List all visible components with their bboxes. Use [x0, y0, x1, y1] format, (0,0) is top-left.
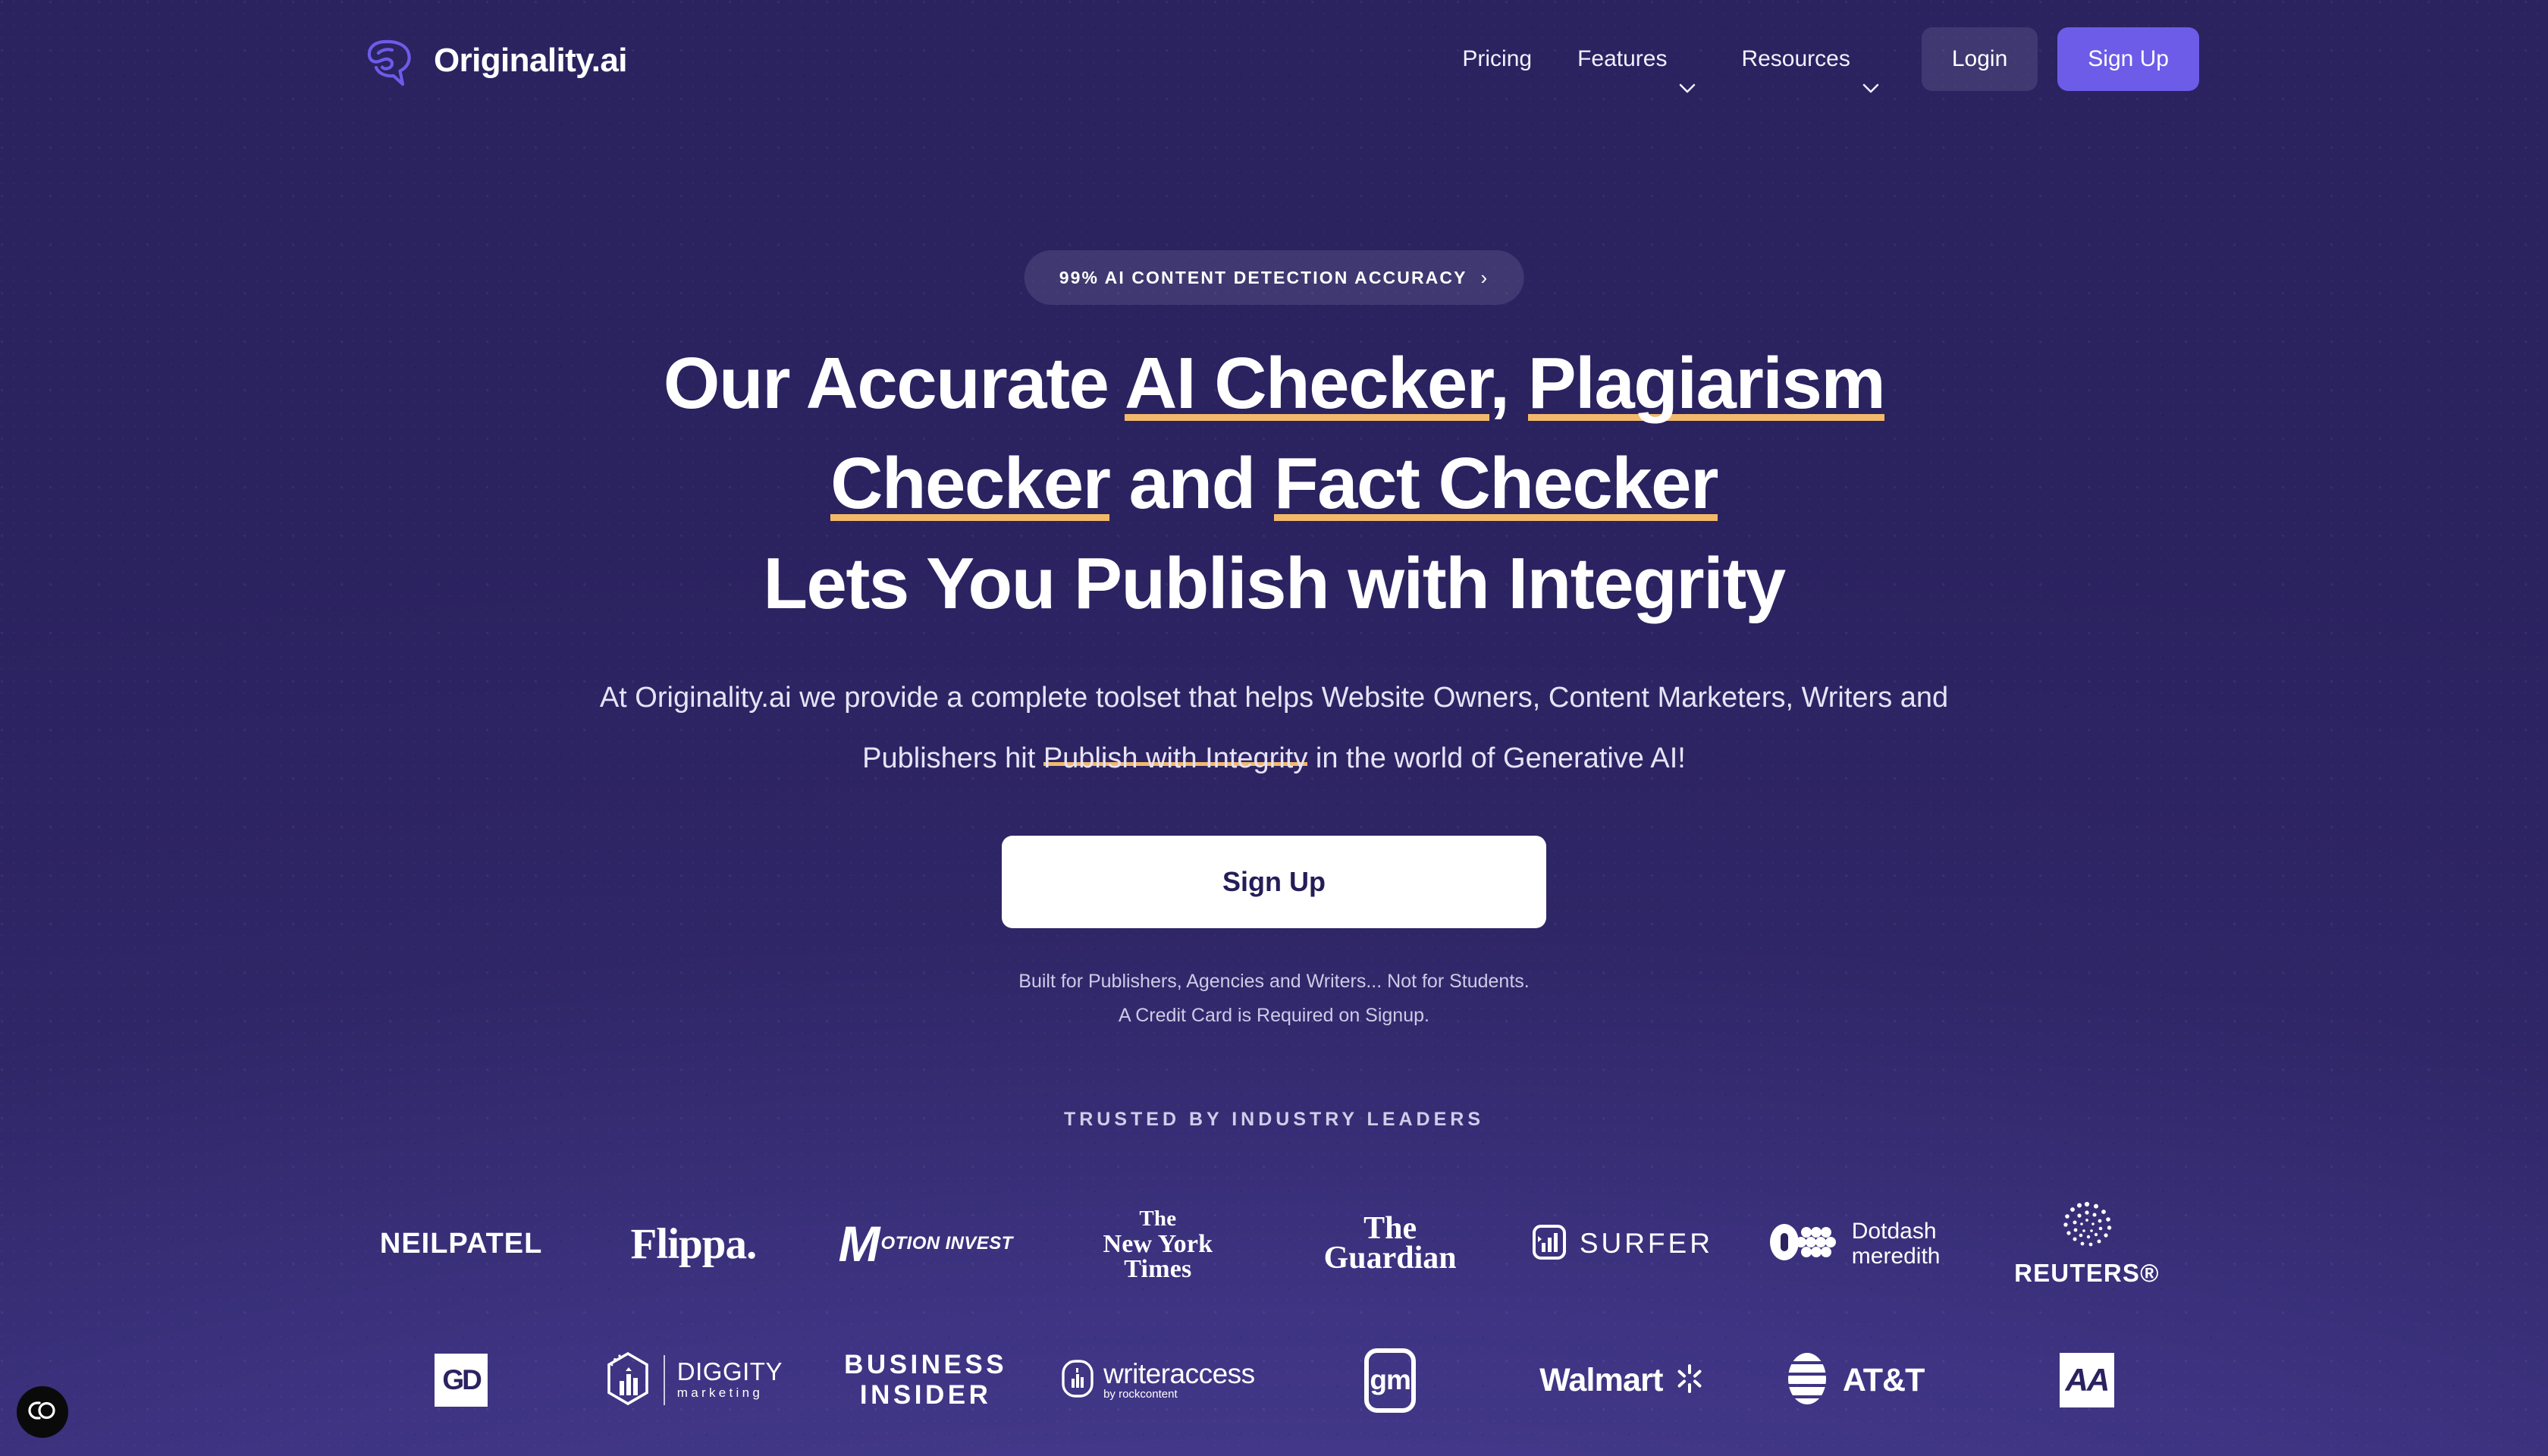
logo-writeraccess: writeraccess by rockcontent — [1061, 1331, 1255, 1429]
nav-item-features[interactable]: Features — [1555, 27, 1718, 93]
logo-american-airlines-text: AA — [2065, 1362, 2110, 1398]
logo-surfer-text: SURFER — [1579, 1228, 1713, 1259]
login-button[interactable]: Login — [1921, 27, 2038, 91]
logo-nyt-line-1: The — [1139, 1206, 1177, 1231]
chevron-down-icon — [1679, 55, 1696, 93]
logo-reuters: REUTERS® — [2014, 1194, 2160, 1293]
logo-dotdash-line-1: Dotdash — [1851, 1219, 1937, 1244]
signup-button-nav[interactable]: Sign Up — [2057, 27, 2199, 91]
logo-motion-invest-text: OTION INVEST — [880, 1232, 1013, 1254]
main-navigation: Pricing Features Resources Login Sign Up — [1439, 27, 2199, 93]
hero-subtitle-text: in the world of Generative AI! — [1307, 742, 1686, 774]
headline-underlined-checker: Checker — [830, 443, 1111, 526]
logo-gm: gm — [1364, 1331, 1417, 1429]
logo-neilpatel-text: NEILPATEL — [379, 1227, 543, 1260]
writeraccess-mark-icon — [1061, 1359, 1094, 1402]
client-logos-row-2: GD DIGGITY marketing BUSINESS INSIDER wr… — [345, 1323, 2203, 1437]
dotdash-mark-icon — [1769, 1221, 1842, 1267]
trusted-by-label: TRUSTED BY INDUSTRY LEADERS — [1063, 1109, 1485, 1130]
site-logo-text: Originality.ai — [434, 42, 627, 79]
surfer-bar-chart-icon — [1532, 1224, 1567, 1264]
logo-motion-invest: M OTION INVEST — [839, 1194, 1013, 1293]
att-globe-icon — [1785, 1351, 1829, 1410]
diggity-divider — [663, 1355, 665, 1405]
chevron-right-icon: › — [1480, 266, 1489, 289]
logo-dotdash-line-2: meredith — [1851, 1244, 1941, 1269]
logo-motion-invest-m: M — [838, 1215, 880, 1272]
nav-item-resources-label: Resources — [1741, 46, 1850, 71]
logo-business-insider-line-2: INSIDER — [859, 1380, 992, 1410]
logo-flippa-text: Flippa. — [630, 1219, 758, 1268]
chevron-down-icon — [1862, 55, 1879, 93]
site-header: Originality.ai Pricing Features Resource… — [0, 0, 2548, 129]
nav-item-resources[interactable]: Resources — [1718, 27, 1901, 93]
nav-item-pricing[interactable]: Pricing — [1439, 27, 1555, 91]
reuters-dot-circle-icon — [2060, 1200, 2114, 1257]
logo-nyt-line-3: Times — [1124, 1254, 1192, 1283]
cta-fineprint: Built for Publishers, Agencies and Write… — [0, 965, 2548, 1033]
headline-underlined-fact-checker: Fact Checker — [1273, 443, 1718, 526]
headline-line-2: Checker and Fact Checker — [830, 443, 1718, 526]
logo-diggity-line-2: marketing — [676, 1385, 764, 1400]
login-button-label: Login — [1951, 46, 2008, 71]
logo-guardian-line-1: The — [1363, 1211, 1417, 1246]
hero-subtitle-underlined-link[interactable]: Publish with Integrity — [1043, 742, 1308, 776]
logo-nyt-line-2: New York — [1103, 1229, 1213, 1258]
logo-neilpatel: NEILPATEL — [380, 1194, 542, 1293]
logo-new-york-times: The New York Times — [1103, 1194, 1213, 1293]
walmart-spark-icon — [1674, 1363, 1705, 1398]
accessibility-toggle-icon — [27, 1401, 58, 1424]
headline-line-1: Our Accurate AI Checker, Plagiarism — [663, 343, 1886, 425]
accuracy-badge[interactable]: 99% AI CONTENT DETECTION ACCURACY › — [1024, 250, 1524, 305]
headline-underlined-ai-checker: AI Checker — [1125, 343, 1491, 425]
page-title: Our Accurate AI Checker, Plagiarism Chec… — [0, 334, 2548, 634]
logo-gm-text: gm — [1370, 1363, 1410, 1395]
accessibility-widget-button[interactable] — [17, 1386, 68, 1438]
logo-gd-text: GD — [442, 1364, 482, 1395]
logo-att: AT&T — [1785, 1331, 1925, 1429]
hero-subtitle: At Originality.ai we provide a complete … — [580, 667, 1968, 789]
logo-att-text: AT&T — [1842, 1361, 1925, 1398]
nav-item-features-label: Features — [1577, 46, 1668, 71]
headline-text: Our Accurate — [663, 343, 1125, 424]
headline-text: , — [1489, 343, 1528, 424]
logo-writeraccess-line-1: writeraccess — [1103, 1357, 1255, 1389]
logo-guardian-line-2: Guardian — [1323, 1241, 1457, 1276]
signup-cta-label: Sign Up — [1222, 866, 1326, 897]
nav-item-pricing-label: Pricing — [1462, 46, 1533, 71]
headline-underlined-plagiarism: Plagiarism — [1527, 343, 1886, 425]
logo-diggity-line-1: DIGGITY — [676, 1357, 783, 1385]
site-logo[interactable]: Originality.ai — [362, 34, 627, 87]
brain-speech-bubble-icon — [362, 34, 419, 87]
logo-business-insider-line-1: BUSINESS — [844, 1350, 1008, 1379]
fineprint-line-2: A Credit Card is Required on Signup. — [1119, 1005, 1429, 1026]
signup-button-nav-label: Sign Up — [2088, 46, 2169, 71]
logo-gd: GD — [435, 1331, 488, 1429]
logo-walmart: Walmart — [1539, 1331, 1705, 1429]
client-logos-row-1: NEILPATEL Flippa. M OTION INVEST The New… — [345, 1194, 2203, 1293]
signup-cta-button[interactable]: Sign Up — [1002, 836, 1546, 928]
logo-dotdash-meredith: Dotdash meredith — [1769, 1194, 1941, 1293]
logo-flippa: Flippa. — [630, 1194, 758, 1293]
logo-diggity-marketing: DIGGITY marketing — [604, 1331, 783, 1429]
logo-writeraccess-line-2: by rockcontent — [1103, 1387, 1178, 1401]
logo-reuters-text: REUTERS® — [2014, 1259, 2160, 1287]
logo-american-airlines: AA — [2059, 1331, 2114, 1429]
headline-line-3: Lets You Publish with Integrity — [763, 543, 1786, 624]
logo-business-insider: BUSINESS INSIDER — [844, 1331, 1007, 1429]
logo-the-guardian: The Guardian — [1324, 1194, 1457, 1293]
fineprint-line-1: Built for Publishers, Agencies and Write… — [1018, 971, 1530, 992]
logo-walmart-text: Walmart — [1539, 1361, 1663, 1398]
accuracy-badge-label: 99% AI CONTENT DETECTION ACCURACY — [1059, 267, 1467, 287]
diggity-hexagon-icon — [604, 1351, 651, 1410]
headline-text: and — [1109, 443, 1274, 524]
logo-surfer: SURFER — [1532, 1194, 1713, 1293]
